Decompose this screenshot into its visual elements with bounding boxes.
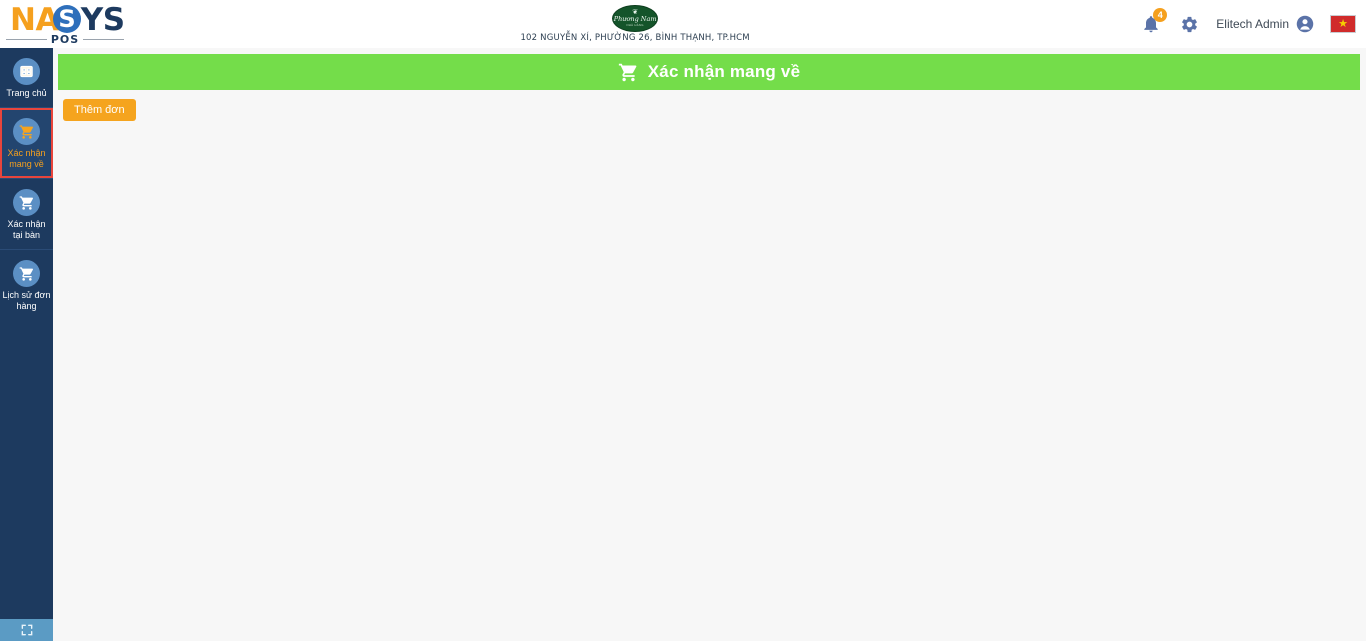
- main-content: Xác nhận mang về Thêm đơn: [53, 48, 1366, 641]
- cart-icon: [618, 63, 637, 81]
- brand-subtitle-row: POS: [6, 33, 124, 46]
- sidebar: Trang chủ Xác nhận mang về Xác nhận tại …: [0, 48, 53, 641]
- toolbar: Thêm đơn: [58, 90, 1360, 121]
- sidebar-item-xac-nhan-tai-ban[interactable]: Xác nhận tại bàn: [0, 179, 53, 249]
- header-center: ❦ Phương Nam NHÀ HÀNG 102 NGUYỄN XÍ, PHƯ…: [130, 0, 1140, 48]
- dashboard-icon: [13, 58, 40, 85]
- app-root: NASYS S POS ❦ Phương Nam NHÀ HÀNG 102 NG…: [0, 0, 1366, 641]
- cart-icon: [13, 260, 40, 287]
- shop-address: 102 NGUYỄN XÍ, PHƯỜNG 26, BÌNH THẠNH, TP…: [520, 33, 750, 43]
- shop-logo-name: Phương Nam: [613, 15, 657, 23]
- user-name: Elitech Admin: [1216, 17, 1289, 31]
- brand-subtitle: POS: [50, 33, 80, 46]
- brand-logo[interactable]: NASYS S POS: [0, 0, 130, 48]
- brand-s-circle: S: [53, 5, 81, 33]
- sidebar-item-xac-nhan-mang-ve[interactable]: Xác nhận mang về: [0, 108, 53, 178]
- settings-button[interactable]: [1178, 13, 1200, 35]
- nasys-logo: NASYS S POS: [6, 3, 125, 46]
- sidebar-item-trang-chu[interactable]: Trang chủ: [0, 48, 53, 107]
- notification-count-badge: 4: [1153, 8, 1168, 22]
- shop-logo-tagline: NHÀ HÀNG: [626, 23, 644, 27]
- brand-rule-left: [6, 39, 47, 40]
- language-flag-button[interactable]: ★: [1330, 15, 1356, 33]
- top-header: NASYS S POS ❦ Phương Nam NHÀ HÀNG 102 NG…: [0, 0, 1366, 48]
- fullscreen-expand-icon: [21, 624, 32, 636]
- brand-rule-right: [83, 39, 124, 40]
- fullscreen-toggle-button[interactable]: [0, 619, 53, 641]
- sidebar-label-trang-chu: Trang chủ: [6, 88, 47, 98]
- sidebar-label-xac-nhan-mang-ve: Xác nhận mang về: [7, 148, 46, 169]
- notifications-button[interactable]: 4: [1140, 8, 1168, 35]
- shop-logo: ❦ Phương Nam NHÀ HÀNG: [612, 5, 659, 32]
- orders-list-area: [58, 121, 1360, 621]
- sidebar-item-lich-su-don-hang[interactable]: Lịch sử đơn hàng: [0, 250, 53, 320]
- page-title: Xác nhận mang về: [647, 62, 801, 81]
- page-banner: Xác nhận mang về: [58, 54, 1360, 90]
- header-actions: 4 Elitech Admin ★: [1140, 0, 1366, 48]
- gear-icon: [1181, 16, 1197, 32]
- user-avatar-icon: [1296, 15, 1314, 33]
- user-menu[interactable]: Elitech Admin: [1216, 15, 1314, 33]
- flag-star-icon: ★: [1338, 17, 1348, 30]
- sidebar-label-xac-nhan-tai-ban: Xác nhận tại bàn: [7, 219, 46, 240]
- cart-icon: [13, 189, 40, 216]
- add-order-button[interactable]: Thêm đơn: [63, 99, 136, 121]
- cart-icon: [13, 118, 40, 145]
- sidebar-label-lich-su-don-hang: Lịch sử đơn hàng: [2, 290, 51, 311]
